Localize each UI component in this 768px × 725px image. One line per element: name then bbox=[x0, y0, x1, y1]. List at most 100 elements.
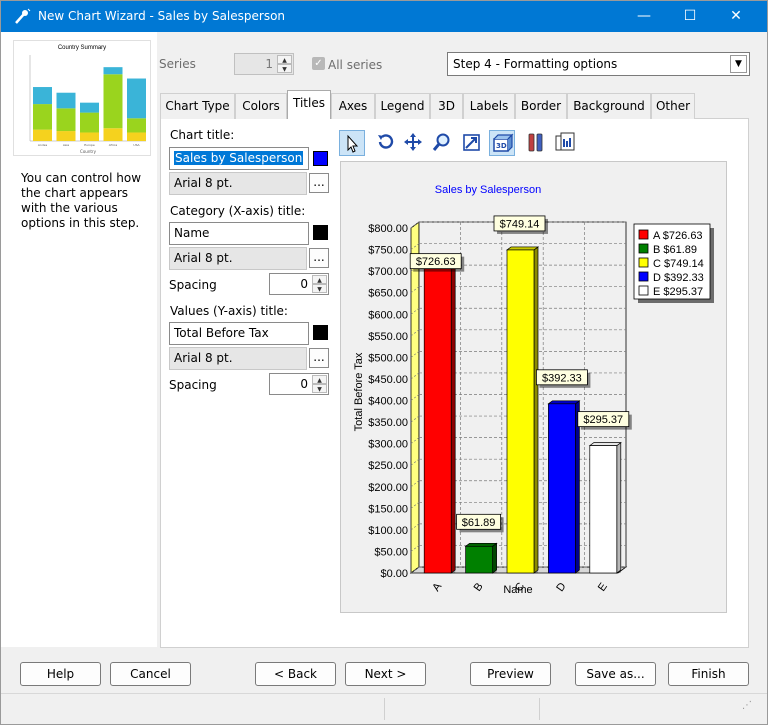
values-spacing-up-icon[interactable]: ▲ bbox=[312, 375, 327, 384]
chart-title-font-button[interactable]: ... bbox=[309, 173, 329, 193]
y-tick-label: $300.00 bbox=[368, 439, 408, 451]
series-up-arrow-icon[interactable]: ▲ bbox=[277, 55, 292, 64]
legend-swatch bbox=[638, 257, 649, 268]
move-icon[interactable] bbox=[400, 130, 426, 156]
chart-title-label: Chart title: bbox=[170, 128, 235, 142]
y-tick-label: $800.00 bbox=[368, 223, 408, 235]
y-tick-label: $200.00 bbox=[368, 482, 408, 494]
legend-entry: E $295.37 bbox=[653, 286, 703, 298]
step-select[interactable]: Step 4 - Formatting options ▼ bbox=[447, 52, 750, 76]
y-tick-label: $100.00 bbox=[368, 525, 408, 537]
category-spacing-down-icon[interactable]: ▼ bbox=[312, 284, 327, 293]
category-title-color-swatch[interactable] bbox=[313, 225, 328, 240]
back-button[interactable]: < Back bbox=[255, 662, 336, 686]
thumbnail-tick-label: Africa bbox=[109, 143, 118, 147]
close-button[interactable]: ✕ bbox=[713, 1, 759, 32]
y-tick-label: $450.00 bbox=[368, 374, 408, 386]
legend-swatch bbox=[638, 271, 649, 282]
data-label: $726.63 bbox=[416, 256, 456, 268]
chart-title: Sales by Salesperson bbox=[435, 184, 541, 196]
values-title-font-button[interactable]: ... bbox=[309, 348, 329, 368]
wizard-wand-icon bbox=[15, 8, 31, 24]
bar-side bbox=[533, 246, 539, 574]
legend-entry: B $61.89 bbox=[653, 244, 697, 256]
bar-top bbox=[464, 542, 498, 547]
thumbnail-chart: Country Summary Andes Asia Europe Africa USA… bbox=[29, 45, 146, 154]
chart-title-color-swatch[interactable] bbox=[313, 151, 328, 166]
tab-titles[interactable]: Titles bbox=[287, 90, 331, 119]
svg-text:3D: 3D bbox=[496, 142, 507, 150]
series-down-arrow-icon[interactable]: ▼ bbox=[277, 64, 292, 73]
finish-button[interactable]: Finish bbox=[668, 662, 749, 686]
depth-icon[interactable] bbox=[458, 130, 484, 156]
tab-labels[interactable]: Labels bbox=[463, 93, 515, 119]
maximize-button[interactable]: ☐ bbox=[667, 1, 713, 32]
next-button[interactable]: Next > bbox=[345, 662, 426, 686]
rotate-icon[interactable] bbox=[372, 130, 398, 156]
thumbnail-x-label: Country bbox=[80, 149, 97, 154]
category-spacing-value: 0 bbox=[300, 277, 308, 291]
step-help-text: You can control how the chart appears wi… bbox=[21, 171, 142, 230]
thumbnail-bar-segment bbox=[103, 128, 123, 141]
category-title-font-button[interactable]: ... bbox=[309, 248, 329, 268]
tab-colors[interactable]: Colors bbox=[235, 93, 287, 119]
thumbnail-bar-segment bbox=[33, 104, 52, 130]
cancel-button[interactable]: Cancel bbox=[110, 662, 191, 686]
help-button[interactable]: Help bbox=[20, 662, 101, 686]
thumbnail-bar-segment bbox=[56, 92, 76, 109]
tools-icon[interactable] bbox=[523, 130, 549, 156]
tab-3d[interactable]: 3D bbox=[430, 93, 463, 119]
chart-title-value: Sales by Salesperson bbox=[174, 151, 304, 165]
y-tick-label: $600.00 bbox=[368, 309, 408, 321]
preview-button[interactable]: Preview bbox=[470, 662, 551, 686]
thumbnail-bar-segment bbox=[127, 132, 146, 141]
thumbnail-bar-segment bbox=[127, 78, 146, 119]
save-as-button[interactable]: Save as... bbox=[575, 662, 656, 686]
tab-axes[interactable]: Axes bbox=[331, 93, 375, 119]
series-stepper[interactable]: 1 ▲ ▼ bbox=[234, 53, 294, 75]
data-label: $392.33 bbox=[542, 372, 582, 384]
y-tick-label: $500.00 bbox=[368, 352, 408, 364]
thumbnail-bar-segment bbox=[56, 108, 76, 132]
thumbnail-bar-segment bbox=[127, 118, 146, 133]
values-spacing-stepper[interactable]: 0 ▲ ▼ bbox=[269, 373, 329, 395]
chart-title-field[interactable]: Sales by Salesperson bbox=[169, 147, 309, 170]
values-title-field[interactable]: Total Before Tax bbox=[169, 322, 309, 345]
all-series-checkbox[interactable]: ✓ bbox=[312, 57, 325, 70]
chevron-down-icon[interactable]: ▼ bbox=[730, 55, 747, 73]
x-tick-label: D bbox=[554, 581, 568, 594]
bar-d bbox=[548, 403, 576, 574]
tab-chart-type[interactable]: Chart Type bbox=[160, 93, 235, 119]
legend-swatch bbox=[638, 243, 649, 254]
y-axis-title: Total Before Tax bbox=[353, 352, 365, 431]
pointer-icon[interactable] bbox=[339, 130, 365, 156]
category-spacing-stepper[interactable]: 0 ▲ ▼ bbox=[269, 273, 329, 295]
tab-legend[interactable]: Legend bbox=[375, 93, 430, 119]
bar-b bbox=[465, 545, 493, 574]
y-tick-label: $350.00 bbox=[368, 417, 408, 429]
y-tick-label: $700.00 bbox=[368, 266, 408, 278]
x-tick-label: E bbox=[596, 581, 610, 594]
tab-other[interactable]: Other bbox=[651, 93, 695, 119]
category-title-field[interactable]: Name bbox=[169, 222, 309, 245]
title-bar: New Chart Wizard - Sales by Salesperson … bbox=[1, 1, 767, 32]
bar-c bbox=[506, 249, 535, 574]
tab-border[interactable]: Border bbox=[515, 93, 567, 119]
minimize-button[interactable]: — bbox=[621, 1, 667, 32]
y-tick-label: $400.00 bbox=[368, 396, 408, 408]
thumbnail-bar-segment bbox=[103, 67, 123, 75]
legend-swatch bbox=[638, 285, 649, 296]
3d-view-icon[interactable]: 3D bbox=[489, 130, 515, 156]
y-tick-label: $50.00 bbox=[374, 546, 408, 558]
values-title-color-swatch[interactable] bbox=[313, 325, 328, 340]
category-spacing-up-icon[interactable]: ▲ bbox=[312, 275, 327, 284]
bar-a bbox=[423, 259, 452, 574]
tab-background[interactable]: Background bbox=[567, 93, 651, 119]
values-spacing-down-icon[interactable]: ▼ bbox=[312, 384, 327, 393]
series-value: 1 bbox=[265, 57, 273, 71]
data-grid-icon[interactable] bbox=[552, 130, 578, 156]
y-tick-label: $250.00 bbox=[368, 460, 408, 472]
zoom-icon[interactable] bbox=[429, 130, 455, 156]
resize-grip-icon[interactable]: ⋰ bbox=[742, 700, 762, 720]
thumbnail-bar-segment bbox=[56, 131, 76, 141]
